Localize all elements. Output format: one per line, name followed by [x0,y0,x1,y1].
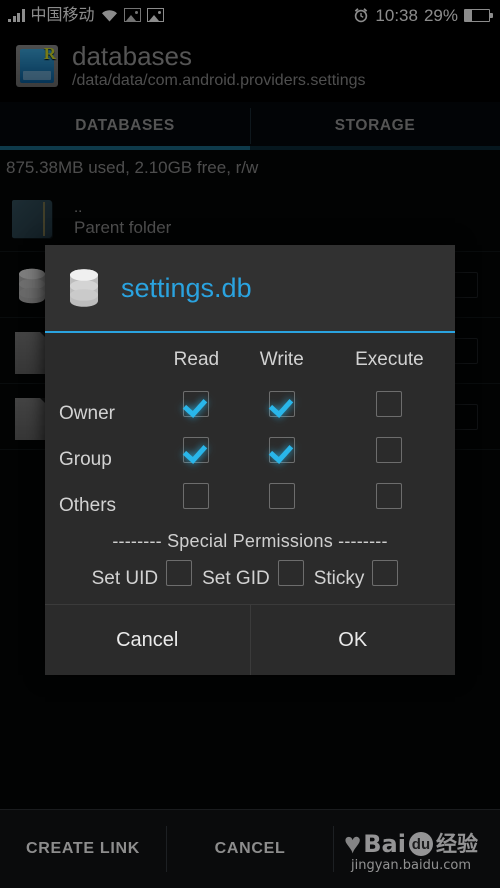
column-header-read: Read [173,349,220,370]
watermark-badge: du [408,832,433,856]
set-gid-label: Set GID [202,568,270,589]
watermark-logo: ♥ Bai du 经验 [344,828,478,860]
cell-owner-read[interactable] [153,381,240,427]
row-label-others: Others [59,495,117,516]
table-row: Owner [45,381,455,427]
cell-group-write[interactable] [240,427,324,473]
heart-icon: ♥ [344,828,362,860]
create-link-button[interactable]: CREATE LINK [0,840,166,858]
baidu-watermark: ♥ Bai du 经验 jingyan.baidu.com [328,824,494,880]
bottom-action-bar: CREATE LINK CANCEL ♥ Bai du 经验 jingyan.b… [0,809,500,888]
cell-others-write[interactable] [240,473,324,519]
dialog-cancel-button[interactable]: Cancel [45,605,250,675]
row-label-owner: Owner [59,403,115,424]
special-permissions-row: Set UID Set GID Sticky [45,556,455,604]
cell-others-read[interactable] [153,473,240,519]
dialog-title-bar: settings.db [45,245,455,333]
dialog-body: Read Write Execute Owner Group Others --… [45,333,455,604]
checkbox-group-execute[interactable] [376,437,403,463]
table-header-row: Read Write Execute [45,343,455,381]
dialog-ok-button[interactable]: OK [249,605,456,675]
watermark-brand: Bai [363,830,406,858]
table-row: Group [45,427,455,473]
table-row: Others [45,473,455,519]
checkbox-owner-execute[interactable] [376,391,403,417]
column-header-execute: Execute [355,349,424,370]
cell-others-execute[interactable] [324,473,455,519]
watermark-url: jingyan.baidu.com [351,858,471,873]
sticky-label: Sticky [313,568,365,589]
set-gid-group[interactable]: Set GID [202,560,314,590]
checkbox-others-write[interactable] [268,483,295,509]
cell-owner-execute[interactable] [324,381,455,427]
permissions-dialog: settings.db Read Write Execute Owner Gro… [45,245,455,675]
checkbox-others-read[interactable] [183,483,210,509]
checkbox-set-uid[interactable] [166,560,193,586]
checkbox-owner-read[interactable] [183,391,210,417]
cell-group-execute[interactable] [324,427,455,473]
checkbox-group-write[interactable] [268,437,295,463]
checkbox-others-execute[interactable] [376,483,403,509]
column-header-write: Write [259,349,304,370]
table-header-blank [45,343,153,381]
dialog-button-row: Cancel OK [45,604,455,675]
cell-group-read[interactable] [153,427,240,473]
checkbox-owner-write[interactable] [268,391,295,417]
permissions-table: Read Write Execute Owner Group Others [45,343,455,519]
checkbox-group-read[interactable] [183,437,210,463]
watermark-suffix: 经验 [435,832,478,856]
database-icon [70,269,98,307]
sticky-group[interactable]: Sticky [314,560,409,590]
checkbox-sticky[interactable] [372,560,399,586]
row-label-group: Group [59,449,112,470]
checkbox-set-gid[interactable] [277,560,304,586]
bottom-cancel-button[interactable]: CANCEL [167,840,333,858]
set-uid-group[interactable]: Set UID [92,560,203,590]
special-permissions-header: -------- Special Permissions -------- [112,531,388,551]
set-uid-label: Set UID [91,568,159,589]
cell-owner-write[interactable] [240,381,324,427]
dialog-title: settings.db [121,273,252,303]
